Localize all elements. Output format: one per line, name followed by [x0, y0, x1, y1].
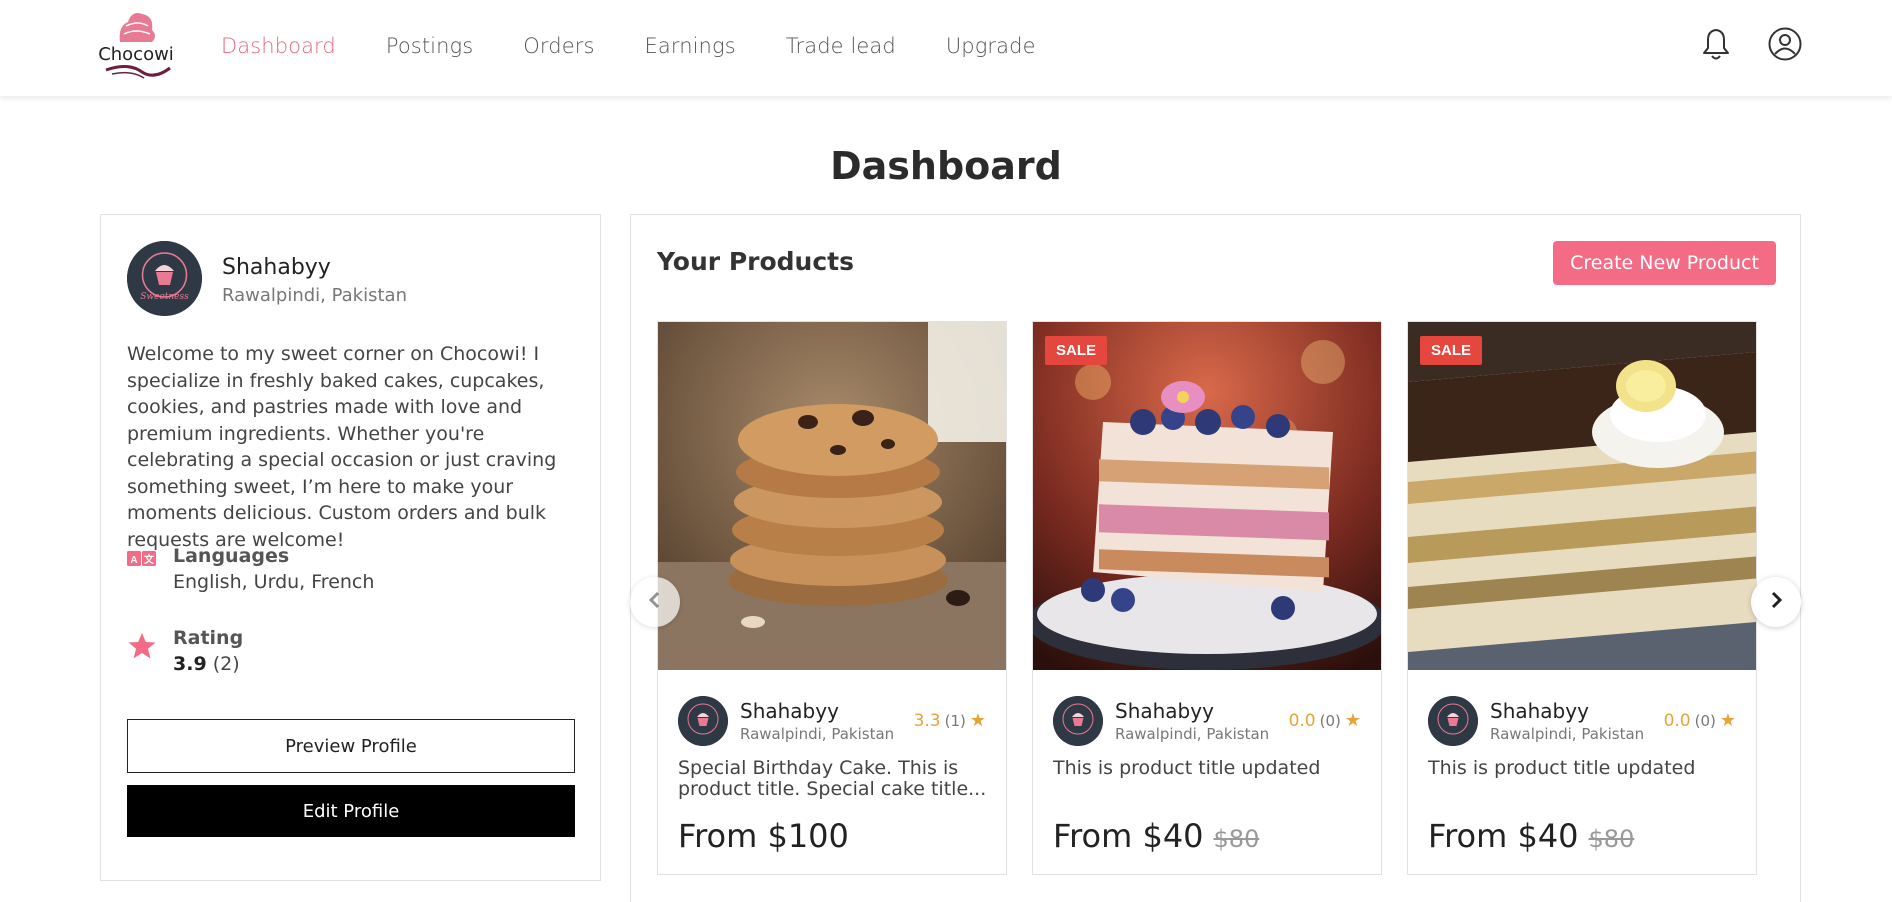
chocowi-logo[interactable]: Chocowi	[98, 4, 174, 84]
product-price-row: From $40 $80	[1053, 817, 1259, 855]
seller-avatar	[1428, 696, 1478, 746]
star-icon: ★	[969, 710, 986, 731]
seller-location: Rawalpindi, Pakistan	[740, 725, 895, 743]
create-new-product-button[interactable]: Create New Product	[1553, 241, 1776, 285]
product-card[interactable]: SALE Shahabyy Rawalpindi, Pakistan 0.0 (…	[1032, 321, 1382, 875]
edit-profile-button[interactable]: Edit Profile	[127, 785, 575, 837]
star-icon: ★	[1719, 710, 1736, 731]
rating-value: 3.9	[173, 653, 207, 675]
nav-trade-lead[interactable]: Trade lead	[786, 34, 896, 58]
product-rating: 3.3 (1) ★	[914, 710, 986, 731]
product-card[interactable]: SALE Shahabyy Rawalpindi, Pakistan 0.0 (…	[1407, 321, 1757, 875]
products-panel: Your Products Create New Product Shahaby…	[630, 214, 1801, 902]
products-title: Your Products	[657, 247, 854, 276]
page-title: Dashboard	[830, 144, 1062, 188]
carousel-prev-button[interactable]	[630, 577, 680, 627]
svg-text:文: 文	[144, 553, 155, 566]
product-rating-value: 0.0	[1663, 710, 1691, 731]
seller-avatar	[1053, 696, 1103, 746]
profile-bio: Welcome to my sweet corner on Chocowi! I…	[127, 343, 557, 551]
bell-icon[interactable]	[1698, 26, 1734, 62]
product-rating-count: (1)	[944, 711, 966, 730]
product-price: From $40	[1053, 817, 1204, 855]
seller-avatar	[678, 696, 728, 746]
chevron-left-icon	[645, 590, 665, 615]
seller-name: Shahabyy	[740, 699, 839, 723]
rating-label: Rating	[173, 627, 244, 649]
translate-icon: A 文	[127, 549, 157, 579]
sale-badge: SALE	[1420, 336, 1483, 365]
product-card[interactable]: Shahabyy Rawalpindi, Pakistan 3.3 (1) ★ …	[657, 321, 1007, 875]
nav-links: Dashboard Postings Orders Earnings Trade…	[221, 0, 1086, 92]
sale-badge: SALE	[1045, 336, 1108, 365]
languages-value: English, Urdu, French	[173, 571, 375, 593]
profile-name: Shahabyy	[222, 255, 331, 280]
seller-name: Shahabyy	[1490, 699, 1589, 723]
product-rating: 0.0 (0) ★	[1289, 710, 1361, 731]
nav-postings[interactable]: Postings	[386, 34, 473, 58]
product-title[interactable]: Special Birthday Cake. This is product t…	[678, 758, 988, 800]
rating-value-line: 3.9 (2)	[173, 653, 243, 675]
product-image-berry-cake[interactable]	[1033, 322, 1381, 670]
star-icon	[127, 631, 157, 661]
user-icon[interactable]	[1767, 26, 1803, 62]
nav-earnings[interactable]: Earnings	[645, 34, 736, 58]
profile-location: Rawalpindi, Pakistan	[222, 285, 407, 306]
product-price: From $100	[678, 817, 849, 855]
nav-orders[interactable]: Orders	[523, 34, 594, 58]
languages-row: A 文 Languages English, Urdu, French	[127, 545, 374, 593]
product-rating-count: (0)	[1694, 711, 1716, 730]
product-rating-value: 3.3	[913, 710, 941, 731]
seller-name: Shahabyy	[1115, 699, 1214, 723]
chevron-right-icon	[1766, 590, 1786, 615]
svg-text:Sweetness: Sweetness	[140, 292, 189, 302]
svg-text:A: A	[130, 555, 137, 566]
product-price: From $40	[1428, 817, 1579, 855]
profile-avatar: Sweetness	[127, 241, 202, 316]
product-image-cookies[interactable]	[658, 322, 1006, 670]
top-navbar: Chocowi Dashboard Postings Orders Earnin…	[0, 0, 1892, 96]
carousel-next-button[interactable]	[1751, 577, 1801, 627]
seller-location: Rawalpindi, Pakistan	[1490, 725, 1645, 743]
product-rating-count: (0)	[1319, 711, 1341, 730]
logo-text: Chocowi	[98, 44, 174, 65]
product-old-price: $80	[1588, 825, 1635, 853]
product-rating: 0.0 (0) ★	[1664, 710, 1736, 731]
seller-location: Rawalpindi, Pakistan	[1115, 725, 1270, 743]
star-icon: ★	[1344, 710, 1361, 731]
product-price-row: From $100	[678, 817, 849, 855]
preview-profile-button[interactable]: Preview Profile	[127, 719, 575, 773]
product-image-tiramisu[interactable]	[1408, 322, 1756, 670]
product-old-price: $80	[1213, 825, 1260, 853]
product-title[interactable]: This is product title updated	[1053, 758, 1363, 779]
product-title[interactable]: This is product title updated	[1428, 758, 1738, 779]
product-price-row: From $40 $80	[1428, 817, 1634, 855]
languages-label: Languages	[173, 545, 290, 567]
profile-card: Sweetness Shahabyy Rawalpindi, Pakistan …	[100, 214, 601, 881]
nav-upgrade[interactable]: Upgrade	[946, 34, 1036, 58]
rating-row: Rating 3.9 (2)	[127, 627, 243, 675]
nav-dashboard[interactable]: Dashboard	[221, 34, 336, 58]
product-rating-value: 0.0	[1288, 710, 1316, 731]
rating-count: (2)	[212, 653, 240, 675]
